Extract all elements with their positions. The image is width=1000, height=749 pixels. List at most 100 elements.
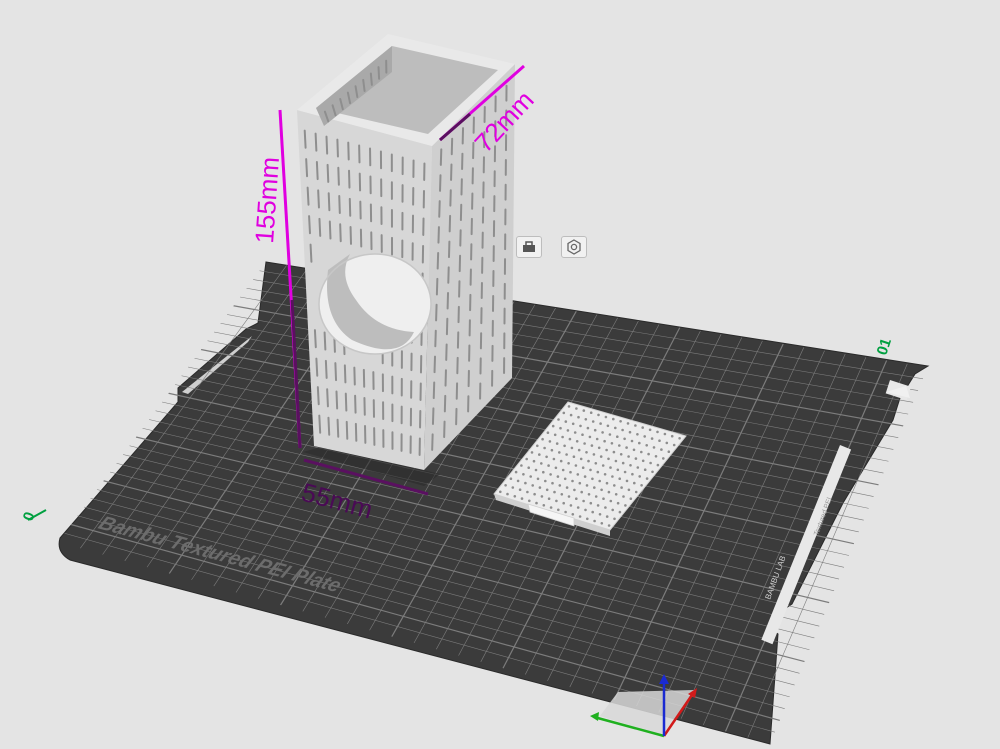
lid-hole — [589, 501, 593, 505]
lid-hole — [645, 444, 648, 447]
lid-hole — [545, 488, 549, 492]
lid-hole — [555, 499, 558, 503]
lid-hole — [648, 428, 652, 432]
lid-hole — [561, 468, 565, 472]
vent-slot — [336, 138, 339, 158]
lid-hole — [614, 459, 618, 463]
3d-viewport[interactable]: BAMBU LAB Textured PEI Bambu Textured PE… — [0, 0, 1000, 749]
lid-hole — [547, 464, 550, 467]
lid-hole — [526, 490, 529, 494]
lid-hole — [605, 515, 609, 518]
lid-hole — [557, 418, 560, 421]
lid-hole — [544, 479, 547, 483]
lid-hole — [569, 413, 573, 417]
lid-hole — [595, 437, 599, 441]
lid-hole — [567, 405, 571, 408]
lid-hole — [565, 486, 569, 489]
vent-slot — [343, 364, 347, 384]
lid-hole — [641, 426, 644, 429]
lid-hole — [619, 420, 622, 423]
lid-hole — [612, 417, 615, 421]
lid-hole — [638, 441, 641, 445]
storage-box-model[interactable] — [297, 34, 515, 470]
lid-hole — [557, 508, 560, 512]
lid-hole — [584, 418, 588, 421]
lid-hole — [665, 441, 669, 445]
vent-slot — [303, 129, 307, 149]
lid-hole — [647, 452, 650, 456]
lid-hole — [643, 435, 646, 438]
lock-icon — [522, 241, 536, 253]
lid-hole — [624, 504, 627, 507]
lid-hole — [546, 431, 550, 435]
lid-hole — [525, 457, 528, 461]
lid-hole — [522, 473, 525, 476]
lid-hole — [564, 420, 568, 423]
lid-hole — [576, 473, 580, 476]
lid-hole — [607, 457, 610, 461]
lid-hole — [527, 466, 530, 470]
height-measure-label: 155mm — [249, 156, 285, 245]
lid-hole — [566, 429, 570, 432]
lid-hole — [651, 470, 654, 474]
lid-hole — [506, 492, 509, 496]
lid-hole — [591, 510, 594, 514]
lid-hole — [514, 470, 518, 474]
vent-slot — [318, 217, 322, 237]
lid-hole — [585, 484, 589, 487]
lid-hole — [550, 448, 554, 452]
vent-slot — [309, 243, 313, 263]
lid-hole — [603, 473, 607, 476]
lid-hole — [571, 479, 574, 483]
lid-hole — [636, 433, 639, 436]
lid-hole — [593, 486, 596, 489]
lid-hole — [559, 459, 563, 463]
settings-icon — [566, 239, 582, 255]
lid-hole — [584, 508, 587, 512]
lid-hole — [619, 453, 623, 456]
plate-settings-button[interactable] — [561, 236, 587, 258]
lid-hole — [553, 433, 557, 437]
plate-lock-button[interactable] — [516, 236, 542, 258]
lid-hole — [611, 475, 614, 478]
lid-hole — [582, 499, 585, 503]
lid-hole — [678, 437, 681, 440]
vent-slot — [306, 186, 310, 206]
lid-hole — [612, 450, 616, 454]
lid-hole — [590, 444, 594, 447]
lid-hole — [640, 450, 643, 454]
lid-hole — [599, 422, 602, 425]
lid-hole — [520, 497, 524, 500]
vent-slot — [308, 215, 311, 235]
lid-hole — [656, 463, 660, 467]
lid-hole — [616, 501, 620, 505]
lid-hole — [594, 462, 598, 465]
lid-hole — [593, 428, 597, 432]
lid-hole — [549, 473, 552, 476]
lid-hole — [613, 484, 616, 487]
lid-hole — [569, 504, 573, 507]
lid-hole — [626, 422, 630, 425]
lid-hole — [562, 411, 566, 415]
lid-hole — [569, 470, 572, 474]
lid-hole — [627, 488, 631, 492]
lid-hole — [618, 477, 621, 481]
lid-hole — [578, 481, 582, 485]
lid-hole — [593, 519, 596, 523]
lid-hole — [616, 468, 620, 472]
lid-hole — [621, 428, 624, 432]
lid-hole — [632, 448, 636, 452]
lid-hole — [536, 477, 540, 481]
lid-hole — [601, 431, 604, 434]
lid-hole — [602, 497, 605, 501]
lid-hole — [654, 455, 658, 458]
lid-hole — [597, 446, 601, 450]
build-plate-scene: BAMBU LAB Textured PEI Bambu Textured PE… — [20, 34, 930, 745]
lid-hole — [600, 522, 604, 525]
lid-hole — [643, 468, 647, 472]
lid-hole — [636, 466, 640, 469]
lid-hole — [601, 464, 605, 467]
lid-hole — [577, 448, 581, 452]
lid-hole — [533, 492, 536, 496]
lid-hole — [545, 455, 548, 459]
